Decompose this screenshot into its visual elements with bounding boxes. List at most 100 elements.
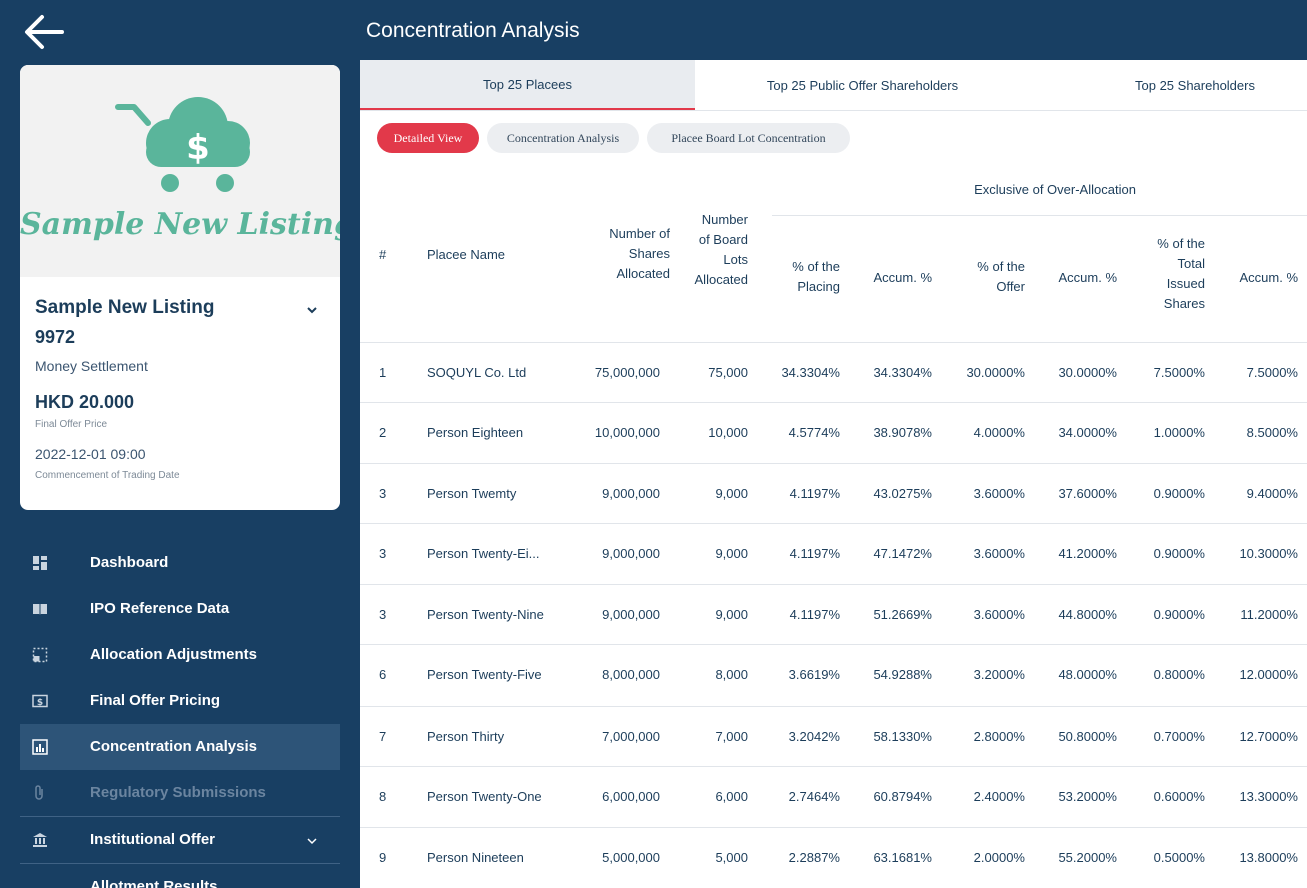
- cell-accum-offer: 30.0000%: [1058, 365, 1117, 380]
- table-row[interactable]: 8 Person Twenty-One 6,000,000 6,000 2.7464% 6…: [360, 766, 1307, 828]
- trading-date: 2022-12-01 09:00: [35, 446, 146, 462]
- settlement-type: Money Settlement: [35, 358, 148, 374]
- column-header-board-lots: Number of Board Lots Allocated: [660, 210, 748, 290]
- header-line: Offer: [996, 279, 1025, 294]
- cell-accum-offer: 55.2000%: [1058, 850, 1117, 865]
- sidebar-item-allocation-adjustments[interactable]: Allocation Adjustments: [20, 632, 340, 678]
- table-row[interactable]: 9 Person Nineteen 5,000,000 5,000 2.2887% 63.…: [360, 827, 1307, 888]
- sidebar: $ Sample New Listing Sample New Listing …: [0, 0, 360, 888]
- cell-accum-offer: 53.2000%: [1058, 789, 1117, 804]
- header-line: % of the: [792, 259, 840, 274]
- cell-placee-name: Person Twemty: [427, 486, 517, 501]
- chevron-down-icon[interactable]: [305, 303, 319, 317]
- cell-board-lots: 5,000: [715, 850, 748, 865]
- cell-placee-name: Person Eighteen: [427, 425, 524, 440]
- column-header-pct-offer: % of the Offer: [945, 257, 1025, 297]
- cell-rank: 7: [379, 729, 387, 744]
- cell-accum-offer: 44.8000%: [1058, 607, 1117, 622]
- column-header-placee-name: Placee Name: [427, 247, 506, 262]
- sidebar-item-label: Institutional Offer: [90, 831, 215, 848]
- placee-board-lot-concentration-button[interactable]: Placee Board Lot Concentration: [647, 123, 850, 153]
- cell-pct-offer: 2.0000%: [973, 850, 1025, 865]
- concentration-analysis-button[interactable]: Concentration Analysis: [487, 123, 639, 153]
- cell-board-lots: 8,000: [715, 667, 748, 682]
- cell-rank: 3: [379, 607, 387, 622]
- cell-accum-total: 10.3000%: [1239, 546, 1298, 561]
- cell-board-lots: 9,000: [715, 546, 748, 561]
- sidebar-item-concentration-analysis[interactable]: Concentration Analysis: [20, 724, 340, 770]
- bank-icon: [32, 832, 48, 848]
- sidebar-item-allotment-results[interactable]: Allotment Results: [20, 864, 340, 888]
- paperclip-icon: [32, 785, 48, 801]
- cell-accum-placing: 63.1681%: [873, 850, 932, 865]
- table-row[interactable]: 2 Person Eighteen 10,000,000 10,000 4.5774% 3…: [360, 402, 1307, 464]
- table-row[interactable]: 3 Person Twenty-Nine 9,000,000 9,000 4.1197%…: [360, 584, 1307, 646]
- cell-accum-total: 12.0000%: [1239, 667, 1298, 682]
- tab-top-25-public-offer-shareholders[interactable]: Top 25 Public Offer Shareholders: [695, 60, 1030, 110]
- cell-placee-name: SOQUYL Co. Ltd: [427, 365, 527, 380]
- cell-accum-total: 13.3000%: [1239, 789, 1298, 804]
- sidebar-item-institutional-offer[interactable]: Institutional Offer: [20, 817, 340, 863]
- tab-top-25-placees[interactable]: Top 25 Placees: [360, 60, 695, 110]
- page-title: Concentration Analysis: [366, 19, 580, 42]
- sidebar-item-label: Regulatory Submissions: [90, 784, 266, 801]
- cell-board-lots: 7,000: [715, 729, 748, 744]
- cell-pct-placing: 3.6619%: [788, 667, 840, 682]
- chevron-down-icon[interactable]: [305, 834, 319, 848]
- cell-accum-offer: 48.0000%: [1058, 667, 1117, 682]
- divider: [772, 215, 1307, 216]
- sidebar-item-label: Final Offer Pricing: [90, 692, 221, 709]
- table-row[interactable]: 1 SOQUYL Co. Ltd 75,000,000 75,000 34.3304% 3…: [360, 342, 1307, 404]
- cell-accum-total: 8.5000%: [1246, 425, 1298, 440]
- sidebar-item-regulatory-submissions[interactable]: Regulatory Submissions: [20, 770, 340, 816]
- listing-logo: $ Sample New Listing: [20, 65, 340, 277]
- svg-text:$: $: [186, 128, 210, 168]
- cell-accum-total: 7.5000%: [1246, 365, 1298, 380]
- cell-rank: 1: [379, 365, 387, 380]
- table-row[interactable]: 3 Person Twenty-Ei... 9,000,000 9,000 4.1197…: [360, 523, 1307, 585]
- column-header-shares: Number of Shares Allocated: [570, 224, 670, 284]
- cell-pct-total-issued: 0.9000%: [1153, 546, 1205, 561]
- final-offer-price-label: Final Offer Price: [35, 419, 108, 430]
- tab-top-25-shareholders[interactable]: Top 25 Shareholders: [1030, 60, 1307, 110]
- cell-placee-name: Person Twenty-Ei...: [427, 546, 540, 561]
- table-row[interactable]: 3 Person Twemty 9,000,000 9,000 4.1197% 43.02…: [360, 463, 1307, 525]
- chart-icon: [32, 739, 48, 755]
- cell-accum-total: 13.8000%: [1239, 850, 1298, 865]
- listing-code: 9972: [35, 327, 76, 347]
- cell-accum-placing: 58.1330%: [873, 729, 932, 744]
- cell-accum-offer: 41.2000%: [1058, 546, 1117, 561]
- sidebar-item-dashboard[interactable]: Dashboard: [20, 540, 340, 586]
- cell-pct-total-issued: 0.8000%: [1153, 667, 1205, 682]
- top-bar: Concentration Analysis: [360, 0, 1307, 60]
- cell-pct-offer: 3.2000%: [973, 667, 1025, 682]
- sidebar-item-final-offer-pricing[interactable]: $ Final Offer Pricing: [20, 678, 340, 724]
- cell-pct-offer: 2.4000%: [973, 789, 1025, 804]
- cell-pct-total-issued: 0.6000%: [1153, 789, 1205, 804]
- sidebar-nav: Dashboard IPO Reference Data Allocation …: [20, 540, 340, 888]
- cell-accum-placing: 54.9288%: [873, 667, 932, 682]
- cell-rank: 9: [379, 850, 387, 865]
- table-row[interactable]: 7 Person Thirty 7,000,000 7,000 3.2042% 58.13…: [360, 706, 1307, 768]
- cell-accum-placing: 43.0275%: [873, 486, 932, 501]
- cell-shares-allocated: 75,000,000: [594, 365, 660, 380]
- cell-accum-placing: 60.8794%: [873, 789, 932, 804]
- group-header: Exclusive of Over-Allocation: [974, 182, 1136, 197]
- header-line: Placing: [797, 279, 840, 294]
- table-row[interactable]: 6 Person Twenty-Five 8,000,000 8,000 3.6619%…: [360, 644, 1307, 706]
- back-arrow-icon[interactable]: [22, 12, 72, 54]
- header-line: of Board: [698, 232, 748, 247]
- cell-pct-placing: 2.2887%: [788, 850, 840, 865]
- header-line: Number: [701, 212, 748, 227]
- sidebar-item-label: Dashboard: [90, 554, 169, 571]
- cell-accum-total: 11.2000%: [1240, 607, 1298, 622]
- cell-pct-offer: 3.6000%: [973, 607, 1025, 622]
- detailed-view-button[interactable]: Detailed View: [377, 123, 479, 153]
- cell-accum-placing: 51.2669%: [873, 607, 932, 622]
- cell-pct-placing: 2.7464%: [788, 789, 840, 804]
- tab-bar: Top 25 Placees Top 25 Public Offer Share…: [360, 60, 1307, 111]
- logo-wordmark: Sample New Listing: [20, 207, 340, 242]
- sidebar-item-ipo-reference-data[interactable]: IPO Reference Data: [20, 586, 340, 632]
- cell-shares-allocated: 7,000,000: [602, 729, 660, 744]
- sidebar-item-label: IPO Reference Data: [90, 600, 230, 617]
